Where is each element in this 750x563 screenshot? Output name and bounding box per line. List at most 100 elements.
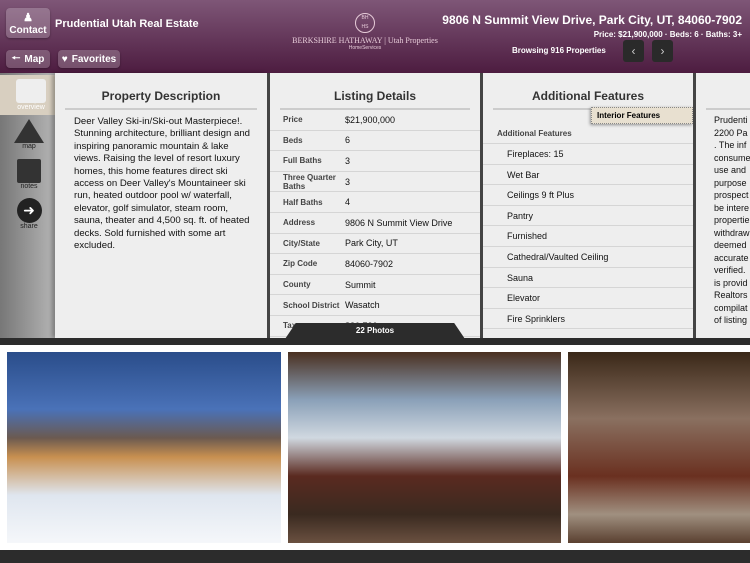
detail-row: Zip Code 84060-7902 (270, 254, 480, 275)
detail-row: City/State Park City, UT (270, 234, 480, 255)
photo-exterior[interactable] (0, 345, 288, 550)
detail-value: Summit (345, 279, 376, 290)
interior-features-tab[interactable]: Interior Features (591, 107, 693, 124)
feature-item: Ceilings 9 ft Plus (483, 185, 693, 206)
detail-row: Beds 6 (270, 131, 480, 152)
disclaimer-line: accurate (714, 252, 749, 263)
browsing-count: Browsing 916 Properties (512, 46, 606, 55)
disclaimer-line: of listing (714, 315, 748, 325)
favorites-button[interactable]: ♥ Favorites (58, 50, 120, 68)
detail-key: Three Quarter Baths (283, 172, 336, 191)
detail-value: 6 (345, 135, 351, 146)
sidebar-label: notes (20, 183, 38, 190)
share-arrow-icon: ➜ (16, 198, 42, 223)
disclaimer-line: verified. (714, 265, 746, 275)
arrow-left-icon: 🠔 (11, 52, 21, 64)
listing-title: Listing Details (280, 89, 470, 110)
disclaimer-panel: Prudenti 2200 Pa . The inf consume use and pu… (693, 73, 750, 338)
detail-value: 3 (345, 155, 351, 166)
listing-details-panel: Listing Details Price $21,900,000 Beds 6 Ful… (267, 73, 480, 338)
detail-value: 84060-7902 (345, 258, 394, 269)
detail-value: $21,900,000 (345, 114, 396, 125)
disclaimer-line: is provid (714, 277, 748, 288)
sidebar-item-share[interactable]: ➜ share (0, 198, 58, 230)
detail-row: Full Baths 3 (270, 151, 480, 172)
detail-key: Zip Code (283, 259, 318, 269)
property-address: 9806 N Summit View Drive, Park City, UT,… (442, 13, 742, 27)
photo-living-room[interactable] (561, 345, 750, 550)
disclaimer-title (706, 89, 750, 110)
person-icon: ♟ (23, 11, 33, 24)
feature-item: Furnished (483, 226, 693, 247)
photo-great-room[interactable] (281, 345, 568, 550)
contact-button[interactable]: ♟ Contact (6, 8, 50, 38)
detail-row: County Summit (270, 275, 480, 296)
header: ♟ Contact Prudential Utah Real Estate 🠔 Ma… (0, 0, 750, 73)
feature-item: Wet Bar (483, 165, 693, 186)
feature-item: Fireplaces: 15 (483, 144, 693, 165)
detail-row: Address 9806 N Summit View Drive (270, 213, 480, 234)
detail-row: Three Quarter Baths 3 (270, 172, 480, 193)
disclaimer-line: withdraw (714, 227, 750, 238)
brand-logo: BH HS BERKSHIRE HATHAWAY | Utah Properties… (292, 13, 438, 51)
disclaimer-line: consume (714, 152, 750, 163)
disclaimer-line: compilat (714, 302, 748, 313)
property-summary: Price: $21,900,000 · Beds: 6 · Baths: 3+ (593, 30, 742, 39)
agency-name: Prudential Utah Real Estate (55, 18, 199, 30)
overview-icon (16, 79, 46, 103)
map-back-button[interactable]: 🠔 Map (6, 50, 50, 68)
detail-key: Price (283, 115, 303, 125)
disclaimer-line: deemed (714, 240, 747, 250)
detail-key: Address (283, 218, 316, 228)
notes-icon (17, 159, 41, 183)
favorites-label: Favorites (71, 53, 117, 65)
detail-value: Wasatch (345, 300, 380, 311)
contact-label: Contact (9, 24, 47, 36)
detail-key: City/State (283, 238, 320, 248)
description-text: Deer Valley Ski-in/Ski-out Masterpiece!.… (74, 116, 250, 252)
disclaimer-text: Prudenti 2200 Pa . The inf consume use and pu… (696, 110, 750, 327)
detail-key: Half Baths (283, 197, 323, 207)
description-title: Property Description (65, 89, 257, 110)
detail-value: 9806 N Summit View Drive (345, 217, 453, 228)
disclaimer-line: Prudenti (714, 115, 748, 125)
sidebar-item-notes[interactable]: notes (0, 159, 58, 190)
disclaimer-line: purpose (714, 177, 747, 188)
detail-row: Half Baths 4 (270, 192, 480, 213)
detail-value: 3 (345, 176, 351, 187)
feature-item: Cathedral/Vaulted Ceiling (483, 247, 693, 268)
detail-key: School District (283, 300, 340, 310)
detail-value: 4 (345, 197, 351, 208)
heart-icon: ♥ (61, 53, 68, 65)
disclaimer-line: . The inf (714, 140, 747, 150)
feature-item: Pantry (483, 206, 693, 227)
disclaimer-line: propertie (714, 215, 750, 225)
disclaimer-line: be intere (714, 202, 750, 213)
map-label: Map (24, 53, 45, 65)
sidebar-label: map (22, 143, 36, 150)
feature-item: Elevator (483, 288, 693, 309)
road-icon (14, 119, 44, 143)
disclaimer-line: Realtors (714, 290, 748, 300)
disclaimer-line: 2200 Pa (714, 127, 748, 138)
sidebar-item-overview[interactable]: overview (0, 75, 62, 115)
detail-value: Park City, UT (345, 238, 398, 249)
detail-key: County (283, 280, 311, 290)
next-property-button[interactable]: › (652, 40, 673, 62)
features-panel: Additional Features Interior Features Ad… (480, 73, 693, 338)
detail-key: Beds (283, 135, 303, 145)
feature-item: Sauna (483, 268, 693, 289)
sidebar-item-map[interactable]: map (0, 119, 58, 150)
photos-count-tab[interactable]: 22 Photos (285, 323, 465, 339)
sidebar-label: overview (17, 104, 45, 111)
disclaimer-line: use and (714, 165, 747, 175)
prev-property-button[interactable]: ‹ (623, 40, 644, 62)
sidebar-label: share (20, 223, 38, 230)
detail-row: School District Wasatch (270, 295, 480, 316)
feature-item: Fire Sprinklers (483, 309, 693, 330)
detail-key: Full Baths (283, 156, 322, 166)
description-panel: Property Description Deer Valley Ski-in/… (55, 73, 267, 338)
disclaimer-line: prospect (714, 190, 749, 200)
detail-row: Price $21,900,000 (270, 110, 480, 131)
sidebar: overview map notes ➜ share (0, 73, 62, 338)
